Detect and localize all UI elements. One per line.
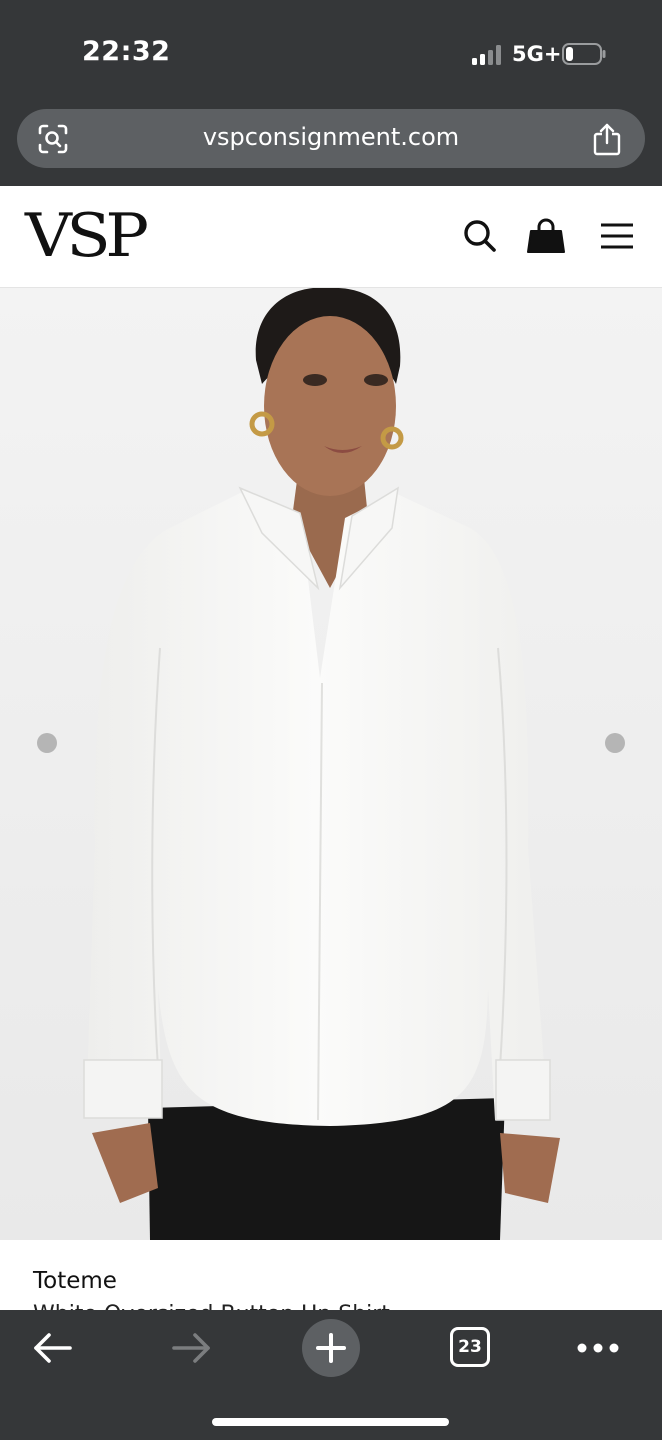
- forward-arrow-icon[interactable]: [170, 1328, 214, 1368]
- home-indicator: [212, 1418, 449, 1426]
- url-text[interactable]: vspconsignment.com: [17, 123, 645, 151]
- network-type: 5G+: [512, 42, 562, 66]
- search-icon[interactable]: [460, 216, 500, 256]
- back-arrow-icon[interactable]: [30, 1328, 74, 1368]
- battery-icon: [562, 43, 606, 65]
- browser-chrome-top: 22:32 5G+ vspconsignment.com: [0, 0, 662, 186]
- model-wearing-white-shirt-image: [0, 288, 662, 1240]
- tab-count: 23: [458, 1337, 482, 1357]
- shopping-bag-icon[interactable]: [526, 216, 566, 256]
- menu-icon[interactable]: [597, 216, 637, 256]
- tabs-icon[interactable]: 23: [450, 1327, 490, 1367]
- product-brand[interactable]: Toteme: [33, 1268, 117, 1294]
- share-icon[interactable]: [591, 122, 623, 156]
- new-tab-icon[interactable]: [301, 1318, 361, 1378]
- address-bar[interactable]: vspconsignment.com: [17, 109, 645, 168]
- product-image[interactable]: [0, 288, 662, 1240]
- status-time: 22:32: [82, 36, 171, 67]
- site-logo[interactable]: VSP: [25, 202, 149, 270]
- browser-toolbar: 23: [0, 1310, 662, 1440]
- more-icon[interactable]: [576, 1338, 620, 1358]
- carousel-next-dot[interactable]: [605, 733, 625, 753]
- carousel-prev-dot[interactable]: [37, 733, 57, 753]
- cellular-signal-icon: [472, 45, 501, 65]
- site-header: VSP: [0, 186, 662, 288]
